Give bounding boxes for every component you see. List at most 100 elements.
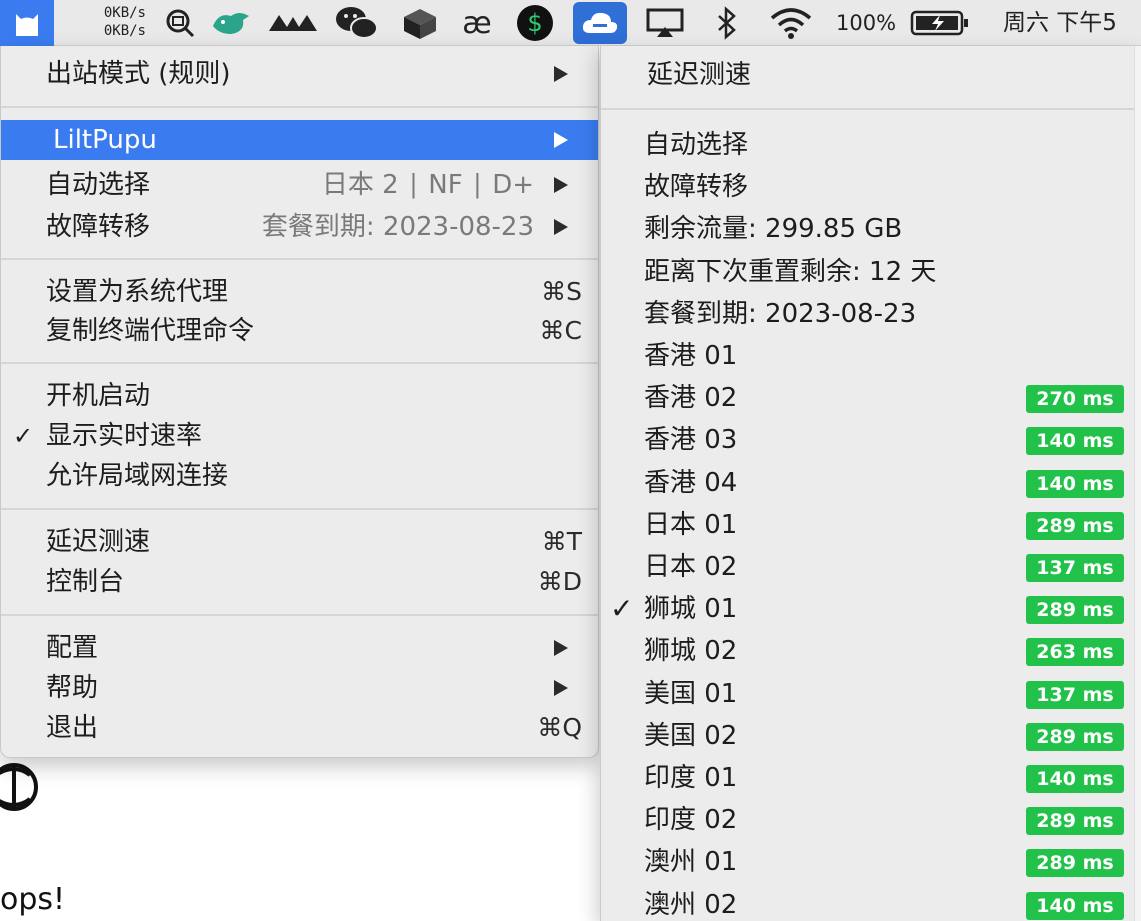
latency-badge: 140 ms bbox=[1026, 427, 1124, 456]
latency-badge: 289 ms bbox=[1026, 596, 1124, 625]
separator bbox=[601, 108, 1141, 110]
proxy-item[interactable]: 香港 02 270 ms bbox=[601, 377, 1141, 419]
separator bbox=[1, 258, 598, 260]
proxy-item[interactable]: 狮城 02 263 ms bbox=[601, 630, 1141, 672]
menu-item-shortcut: ⌘D bbox=[537, 567, 582, 596]
proxy-item[interactable]: 故障转移 bbox=[601, 166, 1141, 208]
bluetooth-icon[interactable] bbox=[710, 0, 744, 46]
network-speed[interactable]: 0KB/s 0KB/s bbox=[86, 4, 150, 42]
menu-item-config[interactable]: 配置 bbox=[1, 628, 598, 668]
proxy-item-label: 日本 01 bbox=[644, 509, 738, 540]
proxy-item-label: 距离下次重置剩余: 12 天 bbox=[644, 256, 937, 287]
menu-item-label: 退出 bbox=[46, 713, 99, 743]
menu-item-auto-select[interactable]: 自动选择 日本 2 ∣ NF ∣ D+ bbox=[1, 165, 598, 205]
menu-item-help[interactable]: 帮助 bbox=[1, 668, 598, 708]
menu-item-label: 配置 bbox=[46, 633, 99, 663]
menu-item-dashboard[interactable]: 控制台 ⌘D bbox=[1, 562, 598, 602]
menu-item-outbound-mode[interactable]: 出站模式 (规则) bbox=[1, 54, 598, 94]
proxy-item[interactable]: 美国 02 289 ms bbox=[601, 715, 1141, 757]
separator bbox=[1, 362, 598, 364]
proxy-item[interactable]: 香港 03 140 ms bbox=[601, 419, 1141, 461]
proxy-item[interactable]: 自动选择 bbox=[601, 124, 1141, 166]
dollar-icon[interactable]: $ bbox=[512, 0, 558, 46]
submenu-scrollbar[interactable] bbox=[1134, 46, 1141, 921]
checkmark-icon: ✓ bbox=[13, 422, 34, 450]
menu-item-label: LiltPupu bbox=[53, 125, 157, 155]
menu-item-label: 复制终端代理命令 bbox=[46, 316, 255, 346]
menu-item-label: 显示实时速率 bbox=[46, 421, 203, 451]
proxy-item-label: 美国 01 bbox=[644, 678, 738, 709]
glasses-icon[interactable] bbox=[266, 0, 320, 46]
latency-badge: 137 ms bbox=[1026, 554, 1124, 582]
submenu-arrow-icon bbox=[554, 177, 568, 193]
proxy-item-label: 香港 02 bbox=[644, 383, 738, 414]
menu-item-set-system-proxy[interactable]: 设置为系统代理 ⌘S bbox=[1, 272, 598, 312]
battery-icon[interactable] bbox=[908, 0, 972, 46]
proxy-item[interactable]: 澳州 01 289 ms bbox=[601, 841, 1141, 883]
menu-item-shortcut: ⌘C bbox=[539, 316, 582, 345]
latency-badge: 289 ms bbox=[1026, 511, 1124, 540]
proxy-item[interactable]: 剩余流量: 299.85 GB bbox=[601, 208, 1141, 250]
latency-badge: 140 ms bbox=[1026, 469, 1124, 498]
menu-item-label: 延迟测速 bbox=[46, 527, 151, 557]
proxy-item-label: 印度 01 bbox=[644, 763, 738, 793]
menu-item-latency-test[interactable]: 延迟测速 ⌘T bbox=[1, 522, 598, 562]
separator bbox=[1, 614, 598, 616]
download-speed: 0KB/s bbox=[103, 23, 146, 39]
proxy-item[interactable]: ✓ 狮城 01 289 ms bbox=[601, 588, 1141, 630]
proxy-item[interactable]: 香港 01 bbox=[601, 335, 1141, 377]
proxy-item[interactable]: 日本 02 137 ms bbox=[601, 546, 1141, 588]
proxy-item-label: 故障转移 bbox=[644, 172, 749, 203]
menu-item-show-speed[interactable]: ✓ 显示实时速率 bbox=[1, 416, 598, 456]
proxy-item[interactable]: 澳州 02 140 ms bbox=[601, 884, 1141, 921]
separator bbox=[1, 106, 598, 108]
menu-item-label: 故障转移 bbox=[46, 212, 151, 242]
menu-item-label: 控制台 bbox=[46, 567, 125, 597]
proxy-item[interactable]: 日本 01 289 ms bbox=[601, 504, 1141, 546]
menu-item-quit[interactable]: 退出 ⌘Q bbox=[1, 708, 598, 748]
proxy-item-label: 香港 01 bbox=[644, 341, 738, 371]
submenu-item-label: 延迟测速 bbox=[647, 60, 752, 90]
menu-item-label: 帮助 bbox=[46, 673, 99, 703]
airplay-icon[interactable] bbox=[640, 0, 690, 46]
submenu-item-latency-test[interactable]: 延迟测速 bbox=[601, 54, 1141, 96]
separator bbox=[1, 508, 598, 510]
wifi-icon[interactable] bbox=[766, 0, 816, 46]
main-menu: 出站模式 (规则) LiltPupu 自动选择 日本 2 ∣ NF ∣ D+ 故… bbox=[0, 46, 599, 758]
box-icon[interactable] bbox=[396, 0, 444, 46]
proxy-item[interactable]: 美国 01 137 ms bbox=[601, 673, 1141, 715]
proxy-item-label: 美国 02 bbox=[644, 720, 738, 751]
menu-item-shortcut: ⌘T bbox=[541, 527, 582, 556]
ae-icon[interactable]: æ bbox=[452, 0, 502, 46]
proxy-item[interactable]: 套餐到期: 2023-08-23 bbox=[601, 293, 1141, 335]
bird-icon[interactable] bbox=[206, 0, 256, 46]
clock[interactable]: 周六 下午5 bbox=[1003, 0, 1117, 46]
menu-item-allow-lan[interactable]: 允许局域网连接 bbox=[1, 456, 598, 496]
menu-item-label: 开机启动 bbox=[46, 381, 151, 411]
cat-icon[interactable] bbox=[0, 0, 54, 46]
menu-item-label: 设置为系统代理 bbox=[46, 277, 229, 307]
svg-text:$: $ bbox=[527, 9, 542, 37]
proxy-item-label: 自动选择 bbox=[644, 130, 749, 160]
menu-item-detail: 套餐到期: 2023-08-23 bbox=[261, 212, 534, 242]
proxy-item-label: 印度 02 bbox=[644, 805, 738, 836]
menu-item-copy-terminal-command[interactable]: 复制终端代理命令 ⌘C bbox=[1, 311, 598, 351]
latency-badge: 140 ms bbox=[1026, 891, 1124, 920]
proxy-item[interactable]: 印度 01 140 ms bbox=[601, 757, 1141, 799]
menu-item-launch-at-login[interactable]: 开机启动 bbox=[1, 376, 598, 416]
menu-item-detail: 日本 2 ∣ NF ∣ D+ bbox=[321, 170, 534, 200]
wechat-icon[interactable] bbox=[332, 0, 382, 46]
proxy-item-label: 香港 03 bbox=[644, 425, 738, 456]
proxy-item[interactable]: 香港 04 140 ms bbox=[601, 462, 1141, 504]
submenu-arrow-icon bbox=[554, 66, 568, 82]
menu-item-failover[interactable]: 故障转移 套餐到期: 2023-08-23 bbox=[1, 207, 598, 247]
proxy-item[interactable]: 印度 02 289 ms bbox=[601, 799, 1141, 841]
menu-item-label: 允许局域网连接 bbox=[46, 461, 229, 491]
menu-item-shortcut: ⌘S bbox=[541, 277, 582, 306]
cloud-icon[interactable] bbox=[573, 2, 627, 44]
proxy-item[interactable]: 距离下次重置剩余: 12 天 bbox=[601, 251, 1141, 293]
search-icon[interactable] bbox=[160, 0, 200, 46]
proxy-item-label: 澳州 01 bbox=[644, 847, 738, 878]
battery-percent: 100% bbox=[836, 11, 897, 35]
menu-item-group[interactable]: LiltPupu bbox=[1, 120, 598, 160]
